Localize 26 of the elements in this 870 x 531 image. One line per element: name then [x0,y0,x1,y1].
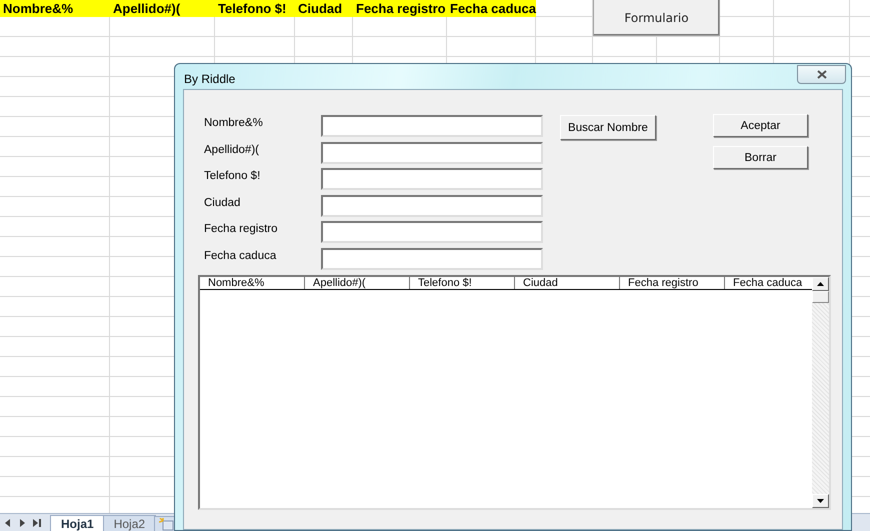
dialog-button[interactable]: Aceptar [713,114,808,137]
field-label: Apellido#)( [204,142,260,158]
header-cell: Fecha registro [353,0,447,17]
column-header: Fecha registro [620,276,725,289]
dialog-button[interactable]: Borrar [713,146,808,169]
header-cell: Ciudad [295,0,353,17]
list-box[interactable]: Nombre&% Apellido#)( Telefono $! Ciudad Fecha registro Fecha caduca [198,274,831,510]
header-cell: Fecha caduca [447,0,536,17]
column-header: Nombre&% [200,276,305,289]
sheet-tab[interactable]: Hoja1 [50,515,105,531]
sheet-tab[interactable]: Hoja2 [102,515,156,531]
header-cell: Telefono $! [215,0,295,17]
window-title: By Riddle [183,72,236,86]
header-cell: Apellido#)( [110,0,215,17]
header-cell: Nombre&% [0,0,110,17]
field-label: Telefono $! [204,169,262,184]
field-label: Nombre&% [204,116,264,131]
field-label: Fecha caduca [204,248,278,264]
column-header: Fecha caduca [732,276,804,289]
column-header: Ciudad [515,276,620,289]
column-header: Telefono $! [410,276,515,289]
form-button[interactable]: Formulario [593,0,720,36]
field-label: Fecha registro [204,222,279,238]
field-label: Ciudad [204,196,242,211]
column-header: Apellido#)( [305,276,410,289]
search-button[interactable]: Buscar Nombre [560,115,656,140]
